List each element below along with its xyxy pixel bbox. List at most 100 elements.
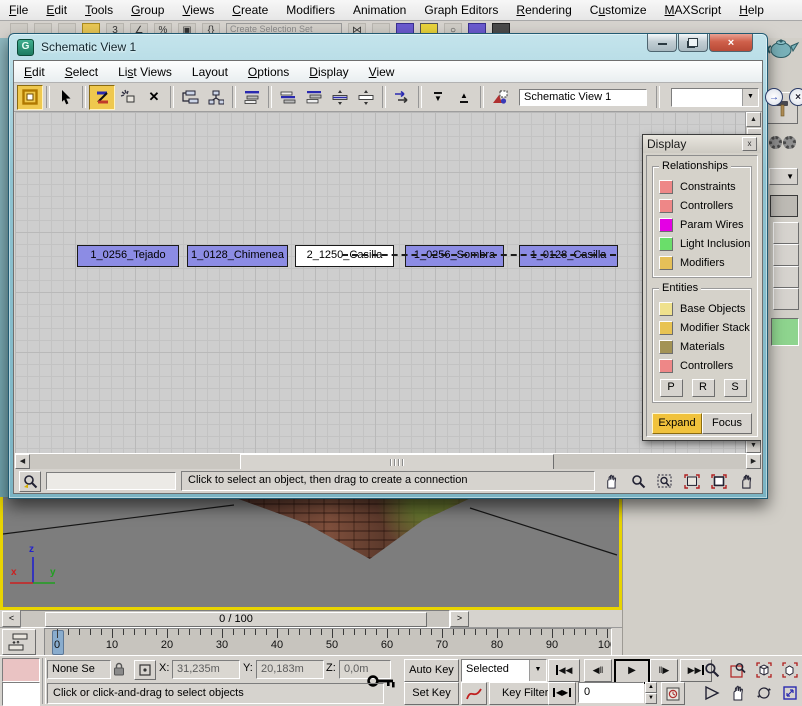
chevron-down-icon[interactable]: ▼ [742,89,758,106]
focus-button[interactable]: Focus [702,413,752,434]
key-mode-toggle-button[interactable]: ◀▶ [548,682,576,705]
color-swatch-green[interactable] [771,318,799,346]
sv-menu-options[interactable]: Options [238,63,299,81]
absolute-offset-toggle[interactable] [134,660,156,680]
perspective-viewport[interactable]: z x y [0,497,622,610]
spinner-up-icon[interactable]: ▲ [645,682,657,693]
rollout-button[interactable] [773,222,799,244]
schematic-node[interactable]: 1_0256_Sombra [405,245,504,267]
current-frame-field[interactable]: 0 [578,682,644,703]
free-selected-button[interactable] [353,85,379,110]
menu-maxscript[interactable]: MAXScript [656,1,731,19]
menu-customize[interactable]: Customize [581,1,656,19]
select-tool-button[interactable] [53,85,79,110]
coord-x-field[interactable]: 31,235m [172,660,240,679]
time-slider-thumb[interactable]: 0 / 100 [45,612,427,627]
bookmark-dropdown[interactable]: ▼ [671,88,759,107]
pan-selected-button[interactable] [735,471,757,491]
zoom-extents-all-button[interactable] [778,659,802,680]
more-utilities-icon[interactable] [769,131,799,153]
arrange-selected-button[interactable] [301,85,327,110]
display-floater-titlebar[interactable]: Display x [643,135,761,153]
menu-group[interactable]: Group [122,1,173,19]
minimize-button[interactable] [647,34,677,52]
menu-animation[interactable]: Animation [344,1,415,19]
restore-button[interactable] [678,34,708,52]
view-name-field[interactable]: Schematic View 1 [519,89,647,106]
schematic-node[interactable]: 2_1250_Casilla [295,245,394,267]
sv-menu-list-views[interactable]: List Views [108,63,182,81]
color-toggle-swatch[interactable] [659,359,673,373]
color-toggle-swatch[interactable] [659,321,673,335]
menu-tools[interactable]: Tools [76,1,122,19]
maxscript-mini-listener-pink[interactable] [2,658,40,682]
time-slider-track[interactable]: 0 / 100 [20,610,450,628]
maxscript-mini-listener-white[interactable] [2,682,40,706]
rollout-button[interactable] [773,288,799,310]
color-toggle-swatch[interactable] [659,180,673,194]
entity-filter-button-r[interactable]: R [692,379,715,397]
default-tangents-button[interactable] [461,682,487,705]
color-toggle-swatch[interactable] [659,218,673,232]
field-of-view-button[interactable] [700,682,724,703]
rollout-button[interactable] [773,266,799,288]
expand-button[interactable]: Expand [652,413,702,434]
preferences-button[interactable] [487,85,513,110]
color-toggle-swatch[interactable] [659,237,673,251]
color-toggle-swatch[interactable] [659,199,673,213]
pan-view-button[interactable] [726,682,750,703]
menu-modifiers[interactable]: Modifiers [277,1,344,19]
next-frame-arrow[interactable]: > [450,611,469,627]
menu-edit[interactable]: Edit [37,1,76,19]
display-floater-toggle[interactable] [17,85,43,110]
menu-graph-editors[interactable]: Graph Editors [415,1,507,19]
sv-menu-select[interactable]: Select [55,63,108,81]
scroll-up-icon[interactable]: ▲ [746,112,761,127]
hierarchy-mode-button[interactable] [177,85,203,110]
schematic-search-field[interactable] [46,472,176,490]
move-children-button[interactable] [389,85,415,110]
sv-menu-layout[interactable]: Layout [182,63,238,81]
mini-curve-editor-button[interactable] [2,629,36,655]
play-button[interactable]: ▶ [614,659,650,684]
previous-frame-arrow[interactable]: < [2,611,21,627]
schematic-node[interactable]: 1_0128_Casilla [519,245,618,267]
bookmark-button[interactable] [19,471,41,492]
color-toggle-swatch[interactable] [659,340,673,354]
selection-lock-toggle[interactable] [110,660,128,678]
zoom-extents-button[interactable] [752,659,776,680]
horizontal-scroll-track[interactable] [30,454,746,469]
zoom-extents-selected-button[interactable] [708,471,730,491]
zoom-region-button[interactable] [654,471,676,491]
close-button[interactable]: × [709,34,753,52]
zoom-button[interactable] [700,659,724,680]
teapot-render-icon[interactable] [764,34,800,62]
previous-frame-button[interactable]: ◀‖ [584,659,612,682]
maximize-viewport-toggle[interactable] [778,682,802,703]
color-toggle-swatch[interactable] [659,256,673,270]
coord-y-field[interactable]: 20,183m [256,660,324,679]
zoom-button[interactable] [627,471,649,491]
next-bookmark-button[interactable]: → [765,88,783,106]
track-bar-ruler[interactable]: 0102030405060708090100 [44,628,612,656]
horizontal-scrollbar[interactable]: ◀ ▶ [15,453,761,469]
menu-create[interactable]: Create [223,1,277,19]
schematic-node[interactable]: 1_0256_Tejado [77,245,179,267]
zoom-all-button[interactable] [726,659,750,680]
sv-menu-view[interactable]: View [359,63,405,81]
delete-objects-button[interactable]: ✕ [141,85,167,110]
schematic-canvas[interactable]: 1_0256_Tejado 1_0128_Chimenea 2_1250_Casil… [15,112,761,453]
shrink-selected-button[interactable]: ▼ [425,85,451,110]
scroll-right-icon[interactable]: ▶ [746,454,761,469]
spinner-down-icon[interactable]: ▼ [645,693,657,704]
zoom-extents-button[interactable] [681,471,703,491]
unlink-selected-button[interactable] [115,85,141,110]
color-toggle-swatch[interactable] [659,302,673,316]
schematic-node[interactable]: 1_0128_Chimenea [187,245,288,267]
always-arrange-button[interactable] [239,85,265,110]
sv-menu-display[interactable]: Display [299,63,358,81]
reference-mode-button[interactable] [203,85,229,110]
free-all-button[interactable] [327,85,353,110]
entity-filter-button-p[interactable]: P [660,379,683,397]
rollout-button[interactable] [773,244,799,266]
